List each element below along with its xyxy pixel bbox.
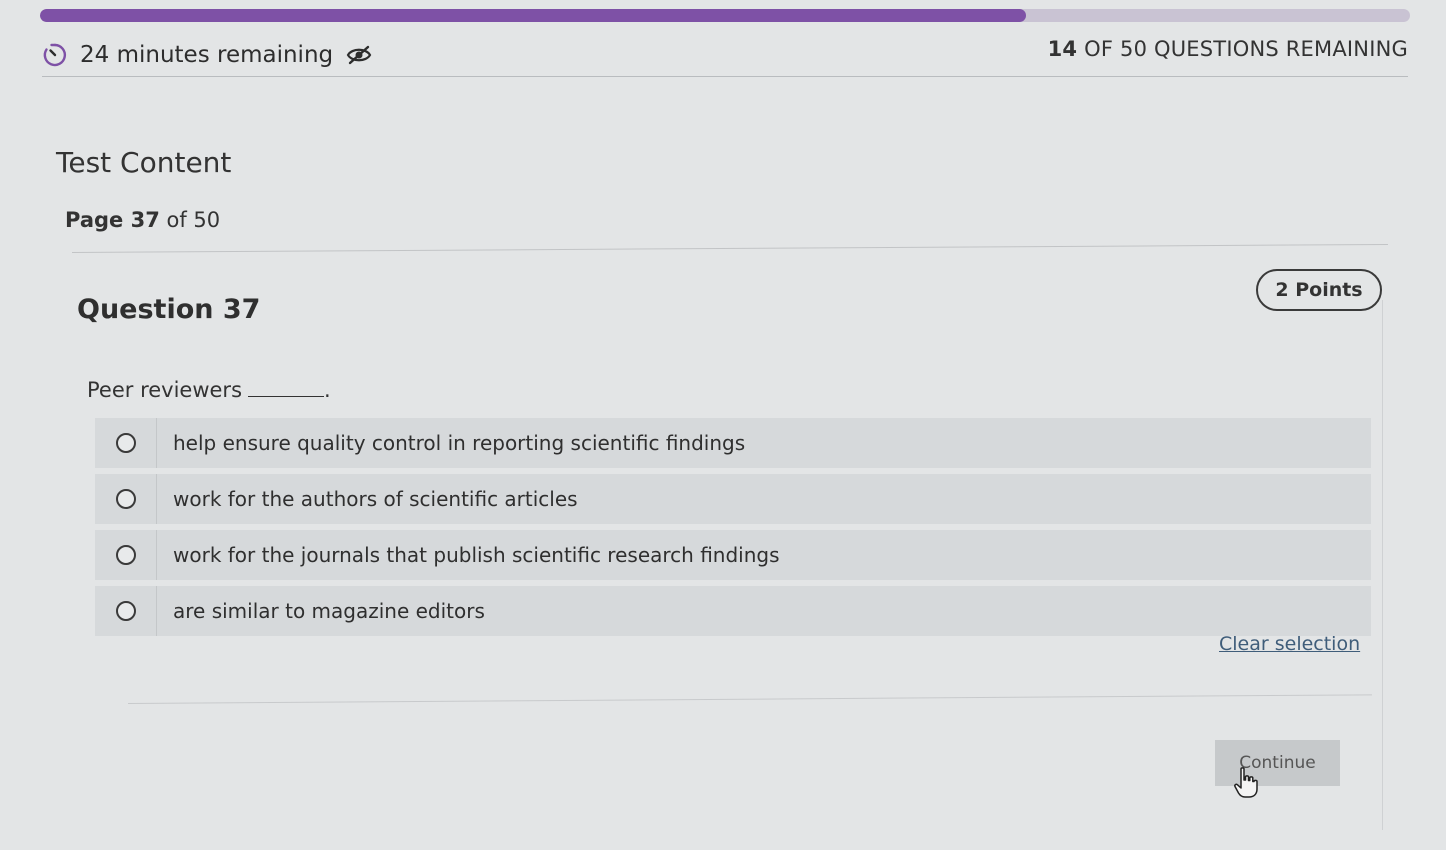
radio-cell[interactable] [95,530,157,580]
radio-button[interactable] [115,433,136,453]
timer-text: 24 minutes remaining [80,42,334,68]
answer-option-label: work for the authors of scientific artic… [173,487,578,511]
progress-bar [40,9,1410,22]
question-prompt: Peer reviewers. [87,378,331,402]
answer-option-2[interactable]: work for the authors of scientific artic… [95,474,1371,524]
answer-option-label: are similar to magazine editors [173,599,485,623]
radio-button[interactable] [115,545,136,565]
panel-edge [1382,300,1383,830]
prompt-period: . [324,378,331,402]
questions-remaining: 14 OF 50 QUESTIONS REMAINING [1048,37,1408,61]
status-row: 24 minutes remaining 14 OF 50 QUESTIONS … [42,36,1408,77]
answer-option-3[interactable]: work for the journals that publish scien… [95,530,1371,580]
answer-blank [248,396,325,397]
page-suffix: of 50 [166,208,221,232]
answer-options: help ensure quality control in reporting… [95,418,1371,642]
radio-cell[interactable] [95,418,157,468]
eye-off-icon[interactable] [345,44,373,66]
radio-button[interactable] [115,489,136,509]
radio-cell[interactable] [95,474,157,524]
divider [72,243,1388,253]
answer-option-label: help ensure quality control in reporting… [173,431,746,455]
questions-count: 14 [1047,37,1078,61]
timer-icon [42,42,68,68]
answer-option-label: work for the journals that publish scien… [173,543,780,567]
clear-selection-link[interactable]: Clear selection [1219,633,1360,655]
questions-remaining-text: OF 50 QUESTIONS REMAINING [1077,37,1408,61]
points-badge: 2 Points [1256,269,1382,311]
page-indicator: Page 37 of 50 [65,208,220,232]
footer-divider [128,694,1372,704]
timer: 24 minutes remaining [42,42,373,68]
page-prefix: Page [65,208,124,232]
section-title: Test Content [56,146,232,179]
question-prompt-text: Peer reviewers [87,378,243,402]
answer-option-4[interactable]: are similar to magazine editors [95,586,1371,636]
hand-cursor-icon [1233,765,1259,803]
page-current: 37 [130,208,160,232]
answer-option-1[interactable]: help ensure quality control in reporting… [95,418,1371,468]
progress-fill [40,9,1027,22]
radio-button[interactable] [115,601,136,621]
radio-cell[interactable] [95,586,157,636]
question-title: Question 37 [77,294,261,325]
